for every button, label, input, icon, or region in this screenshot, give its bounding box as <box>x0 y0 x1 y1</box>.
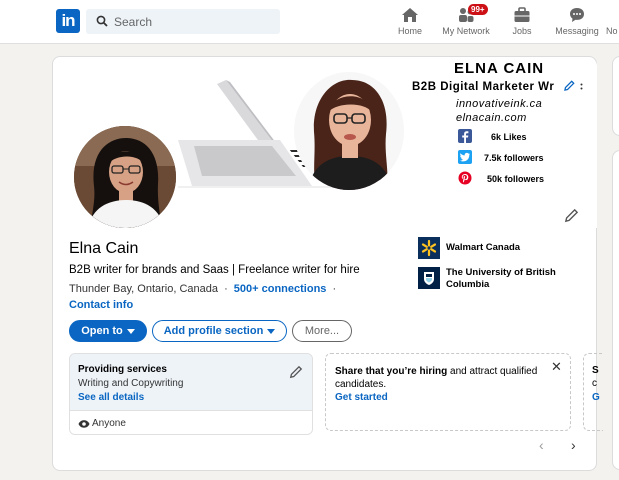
separator-2: · <box>332 283 337 295</box>
profile-location: Thunder Bay, Ontario, Canada <box>69 283 218 295</box>
edit-intro-pencil-icon[interactable] <box>564 208 579 223</box>
chevron-down-icon <box>126 328 135 334</box>
see-all-details-link[interactable]: See all details <box>78 392 144 403</box>
messaging-icon <box>570 8 584 22</box>
banner-name: ELNA CAIN <box>454 60 545 77</box>
services-subtitle: Writing and Copywriting <box>78 378 184 389</box>
walmart-logo-icon <box>418 237 440 259</box>
nav-jobs[interactable]: Jobs <box>510 6 534 40</box>
nav-home[interactable]: Home <box>396 6 424 40</box>
services-visibility: Anyone <box>70 410 312 434</box>
banner-url-2: elnacain.com <box>456 112 527 124</box>
hiring-card: Share that you’re hiring and attract qua… <box>325 353 571 431</box>
connections-link[interactable]: 500+ connections <box>234 283 327 295</box>
profile-location-line: Thunder Bay, Ontario, Canada · 500+ conn… <box>69 283 336 295</box>
nav-home-label: Home <box>397 26 422 36</box>
banner-more-icon[interactable] <box>579 83 584 91</box>
banner-title: B2B Digital Marketer Wr <box>412 81 555 93</box>
hiring-text: Share that you’re hiring and attract qua… <box>335 365 547 391</box>
nav-notifications-label: No <box>606 26 618 36</box>
peek-text-3: G <box>592 392 600 403</box>
search-box[interactable] <box>86 9 280 34</box>
linkedin-logo[interactable]: in <box>56 9 80 33</box>
next-card-peek: S c G <box>583 353 603 431</box>
nav-notifications[interactable]: No <box>606 6 619 40</box>
company-ubc-name: The University of British Columbia <box>446 267 556 290</box>
edit-services-pencil-icon[interactable] <box>289 365 303 379</box>
get-started-link[interactable]: Get started <box>335 392 388 403</box>
add-profile-section-button[interactable]: Add profile section <box>152 320 287 342</box>
profile-avatar[interactable] <box>71 123 179 231</box>
nav-messaging-label: Messaging <box>555 26 599 36</box>
nav-jobs-label: Jobs <box>512 26 532 36</box>
nav-messaging[interactable]: Messaging <box>554 6 600 40</box>
services-top: Providing services Writing and Copywriti… <box>70 354 312 410</box>
peek-text-2: c <box>592 378 597 389</box>
search-input[interactable] <box>114 12 274 31</box>
banner-edit-pencil-icon[interactable] <box>564 80 575 91</box>
carousel-prev-icon[interactable]: ‹ <box>539 437 544 453</box>
banner-person-image <box>294 72 404 190</box>
company-walmart-name: Walmart Canada <box>446 242 521 253</box>
briefcase-icon <box>514 7 530 22</box>
separator: · <box>224 283 228 295</box>
twitter-count: 7.5k followers <box>484 153 544 163</box>
facebook-icon <box>458 129 472 143</box>
visibility-label: Anyone <box>92 418 126 429</box>
contact-info-link[interactable]: Contact info <box>69 299 133 311</box>
network-badge: 99+ <box>468 4 488 15</box>
nav-my-network[interactable]: 99+ My Network <box>440 4 492 40</box>
services-title: Providing services <box>78 364 167 375</box>
profile-name: Elna Cain <box>69 240 139 257</box>
profile-headline: B2B writer for brands and Saas | Freelan… <box>69 264 360 276</box>
nav-my-network-label: My Network <box>442 26 490 36</box>
pinterest-icon <box>458 171 472 185</box>
more-button[interactable]: More... <box>292 320 352 342</box>
search-icon <box>96 15 108 27</box>
open-to-label: Open to <box>81 325 123 337</box>
top-nav: in Home 99+ My Network Jobs <box>0 0 619 44</box>
profile-card: ELNA CAIN B2B Digital Marketer Wr innova… <box>52 56 603 471</box>
open-to-button[interactable]: Open to <box>69 320 147 342</box>
facebook-count: 6k Likes <box>491 132 527 142</box>
chevron-down-icon <box>267 328 276 334</box>
banner-url-1: innovativeink.ca <box>456 98 543 110</box>
close-icon[interactable]: ✕ <box>551 359 562 375</box>
add-profile-section-label: Add profile section <box>163 325 264 337</box>
ubc-logo-icon <box>418 267 440 289</box>
carousel-next-icon[interactable]: › <box>571 437 576 453</box>
pinterest-count: 50k followers <box>487 174 545 184</box>
eye-icon <box>78 420 90 428</box>
side-card-2 <box>612 150 619 470</box>
hiring-text-bold: Share that you’re hiring <box>335 366 448 377</box>
providing-services-card: Providing services Writing and Copywriti… <box>69 353 313 435</box>
home-icon <box>402 8 418 22</box>
peek-text-1: S <box>592 365 599 376</box>
twitter-icon <box>458 150 472 164</box>
side-card <box>612 56 619 136</box>
